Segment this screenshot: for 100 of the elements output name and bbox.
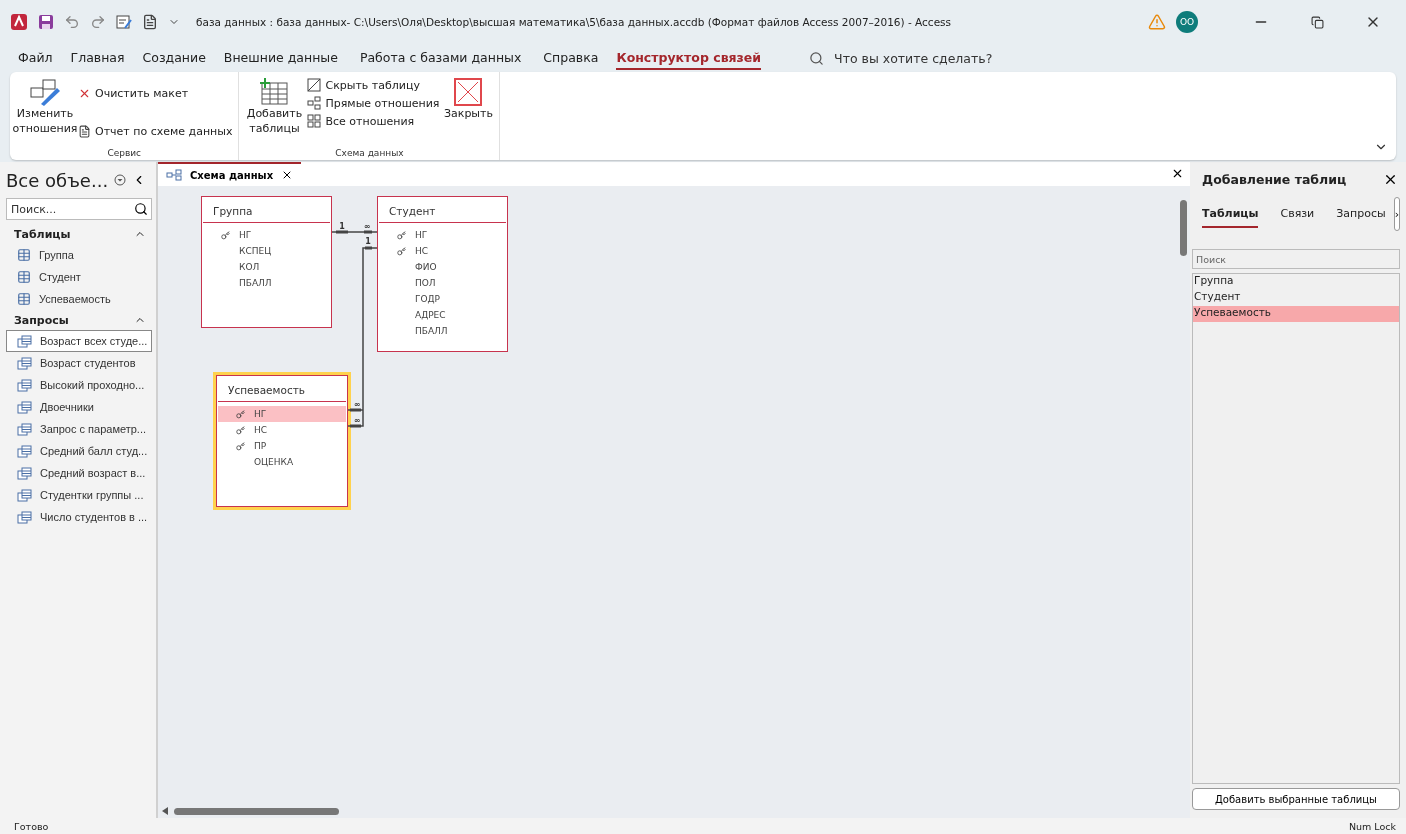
nav-item[interactable]: Возраст студентов bbox=[6, 352, 152, 374]
query-icon bbox=[17, 378, 32, 392]
group-header[interactable]: Таблицы bbox=[6, 224, 152, 244]
nav-item[interactable]: Группа bbox=[6, 244, 152, 266]
nav-item[interactable]: Успеваемость bbox=[6, 288, 152, 310]
add-selected-button[interactable]: Добавить выбранные таблицы bbox=[1192, 788, 1400, 810]
query-icon bbox=[17, 334, 32, 348]
status-indicator: Num Lock bbox=[1348, 820, 1396, 832]
dropdown-icon[interactable] bbox=[114, 174, 127, 186]
table-icon bbox=[17, 248, 31, 262]
ribbon-tab[interactable]: Справка bbox=[543, 46, 599, 70]
nav-item[interactable]: Студент bbox=[6, 266, 152, 288]
table-field[interactable]: НГ bbox=[218, 406, 346, 422]
ribbon-button[interactable]: Отчет по схеме данных bbox=[78, 124, 233, 138]
nav-item[interactable]: Двоечники bbox=[6, 396, 152, 418]
window-title: база данных : база данных- C:\Users\Оля\Desktop\высшая математика\5\база данных.accdb (Формат файлов Access 2007–2016) - Access bbox=[196, 16, 952, 28]
table-field[interactable]: ГОДР bbox=[379, 291, 506, 307]
table-field[interactable]: НС bbox=[218, 422, 346, 438]
restore-icon[interactable] bbox=[1310, 15, 1324, 29]
ribbon-tab[interactable]: Конструктор связей bbox=[616, 46, 762, 70]
new-file-icon[interactable] bbox=[142, 14, 158, 30]
nav-item[interactable]: Студентки группы ... bbox=[6, 484, 152, 506]
nav-item[interactable]: Высокий проходно... bbox=[6, 374, 152, 396]
table-icon bbox=[17, 270, 31, 284]
redo-icon[interactable] bbox=[90, 14, 106, 30]
search-icon bbox=[809, 50, 825, 66]
ribbon-button[interactable]: Закрыть bbox=[443, 76, 494, 148]
table-field[interactable]: ОЦЕНКА bbox=[218, 454, 346, 470]
table-field[interactable]: НС bbox=[379, 243, 506, 259]
form-icon[interactable] bbox=[116, 14, 132, 30]
undo-icon[interactable] bbox=[64, 14, 80, 30]
nav-item[interactable]: Число студентов в ... bbox=[6, 506, 152, 528]
key-icon bbox=[397, 230, 406, 240]
nav-pane-title[interactable]: Все объе... bbox=[6, 169, 109, 191]
ribbon-button[interactable]: Добавить таблицы bbox=[245, 76, 304, 148]
nav-item[interactable]: Средний балл студ... bbox=[6, 440, 152, 462]
nav-item[interactable]: Запрос с параметр... bbox=[6, 418, 152, 440]
pane-tab[interactable]: Связи bbox=[1280, 200, 1315, 228]
table-field[interactable]: ПР bbox=[218, 438, 346, 454]
table-field[interactable]: ФИО bbox=[379, 259, 506, 275]
ribbon-tab[interactable]: Создание bbox=[142, 46, 206, 70]
report-icon bbox=[78, 124, 91, 138]
table-field[interactable]: НГ bbox=[203, 227, 330, 243]
hide-table-icon bbox=[307, 78, 322, 92]
table-field[interactable]: НГ bbox=[379, 227, 506, 243]
relationship-line[interactable] bbox=[331, 230, 378, 234]
cardinality-label: 1 bbox=[339, 222, 345, 231]
list-item[interactable]: Студент bbox=[1193, 290, 1399, 306]
ribbon-button[interactable]: Очистить макет bbox=[78, 86, 233, 100]
pane-tab[interactable]: Запросы bbox=[1336, 200, 1386, 228]
table-field[interactable]: КОЛ bbox=[203, 259, 330, 275]
close-document-icon[interactable] bbox=[1171, 167, 1184, 180]
key-icon bbox=[221, 230, 230, 240]
table-field[interactable]: КСПЕЦ bbox=[203, 243, 330, 259]
search-field[interactable]: Поиск... bbox=[6, 198, 152, 220]
cardinality-label: 1 bbox=[365, 237, 371, 246]
table-card[interactable]: Успеваемость НГ НС ПР ОЦЕНКА bbox=[216, 375, 348, 507]
nav-item[interactable]: Средний возраст в... bbox=[6, 462, 152, 484]
vertical-scrollbar-thumb[interactable] bbox=[1179, 200, 1187, 256]
table-title: Студент bbox=[379, 197, 506, 223]
scroll-left-icon[interactable] bbox=[162, 807, 168, 815]
list-item[interactable]: Группа bbox=[1193, 274, 1399, 290]
query-icon bbox=[17, 422, 32, 436]
table-field[interactable]: ПОЛ bbox=[379, 275, 506, 291]
table-field[interactable]: АДРЕС bbox=[379, 307, 506, 323]
ribbon-button[interactable]: Скрыть таблицу bbox=[307, 78, 440, 92]
group-label: Схема данных bbox=[334, 148, 405, 158]
save-icon[interactable] bbox=[38, 14, 54, 30]
group-label: Сервис bbox=[106, 148, 143, 158]
relationship-line[interactable] bbox=[347, 246, 378, 428]
more-tabs-button[interactable]: › bbox=[1393, 197, 1401, 231]
table-field[interactable]: ПБАЛЛ bbox=[379, 323, 506, 339]
ribbon-tab[interactable]: Внешние данные bbox=[223, 46, 338, 70]
nav-item[interactable]: Возраст всех студе... bbox=[6, 330, 152, 352]
relationships-icon bbox=[166, 169, 182, 181]
search-icon bbox=[134, 202, 148, 216]
table-title: Группа bbox=[203, 197, 330, 223]
ribbon-button[interactable]: Прямые отношения bbox=[307, 96, 440, 110]
table-field[interactable]: ПБАЛЛ bbox=[203, 275, 330, 291]
all-relationships-icon bbox=[307, 114, 322, 128]
user-avatar[interactable]: ОО bbox=[1176, 11, 1198, 33]
search-field[interactable]: Поиск bbox=[1192, 249, 1400, 269]
tell-me-field[interactable]: Что вы хотите сделать? bbox=[832, 49, 1033, 67]
ribbon-button[interactable]: Все отношения bbox=[307, 114, 440, 128]
table-card[interactable]: Группа НГ КСПЕЦ КОЛ ПБАЛЛ bbox=[201, 196, 332, 328]
horizontal-scrollbar-thumb[interactable] bbox=[174, 807, 339, 815]
close-icon[interactable] bbox=[1383, 172, 1398, 187]
key-icon bbox=[236, 409, 245, 419]
pane-tab[interactable]: Таблицы bbox=[1202, 200, 1259, 228]
group-header[interactable]: Запросы bbox=[6, 310, 152, 330]
key-icon bbox=[236, 441, 245, 451]
list-item[interactable]: Успеваемость bbox=[1193, 306, 1399, 322]
pane-title: Добавление таблиц bbox=[1202, 172, 1347, 187]
add-table-icon bbox=[259, 78, 290, 106]
direct-relationships-icon bbox=[307, 96, 322, 110]
ribbon-tab[interactable]: Главная bbox=[70, 46, 125, 70]
table-card[interactable]: Студент НГ НС ФИО ПОЛ ГОДР АДРЕС ПБАЛЛ bbox=[377, 196, 508, 352]
status-text: Готово bbox=[14, 820, 49, 832]
ribbon-tab[interactable]: Работа с базами данных bbox=[359, 46, 522, 70]
ribbon-tab[interactable]: Файл bbox=[18, 46, 53, 70]
